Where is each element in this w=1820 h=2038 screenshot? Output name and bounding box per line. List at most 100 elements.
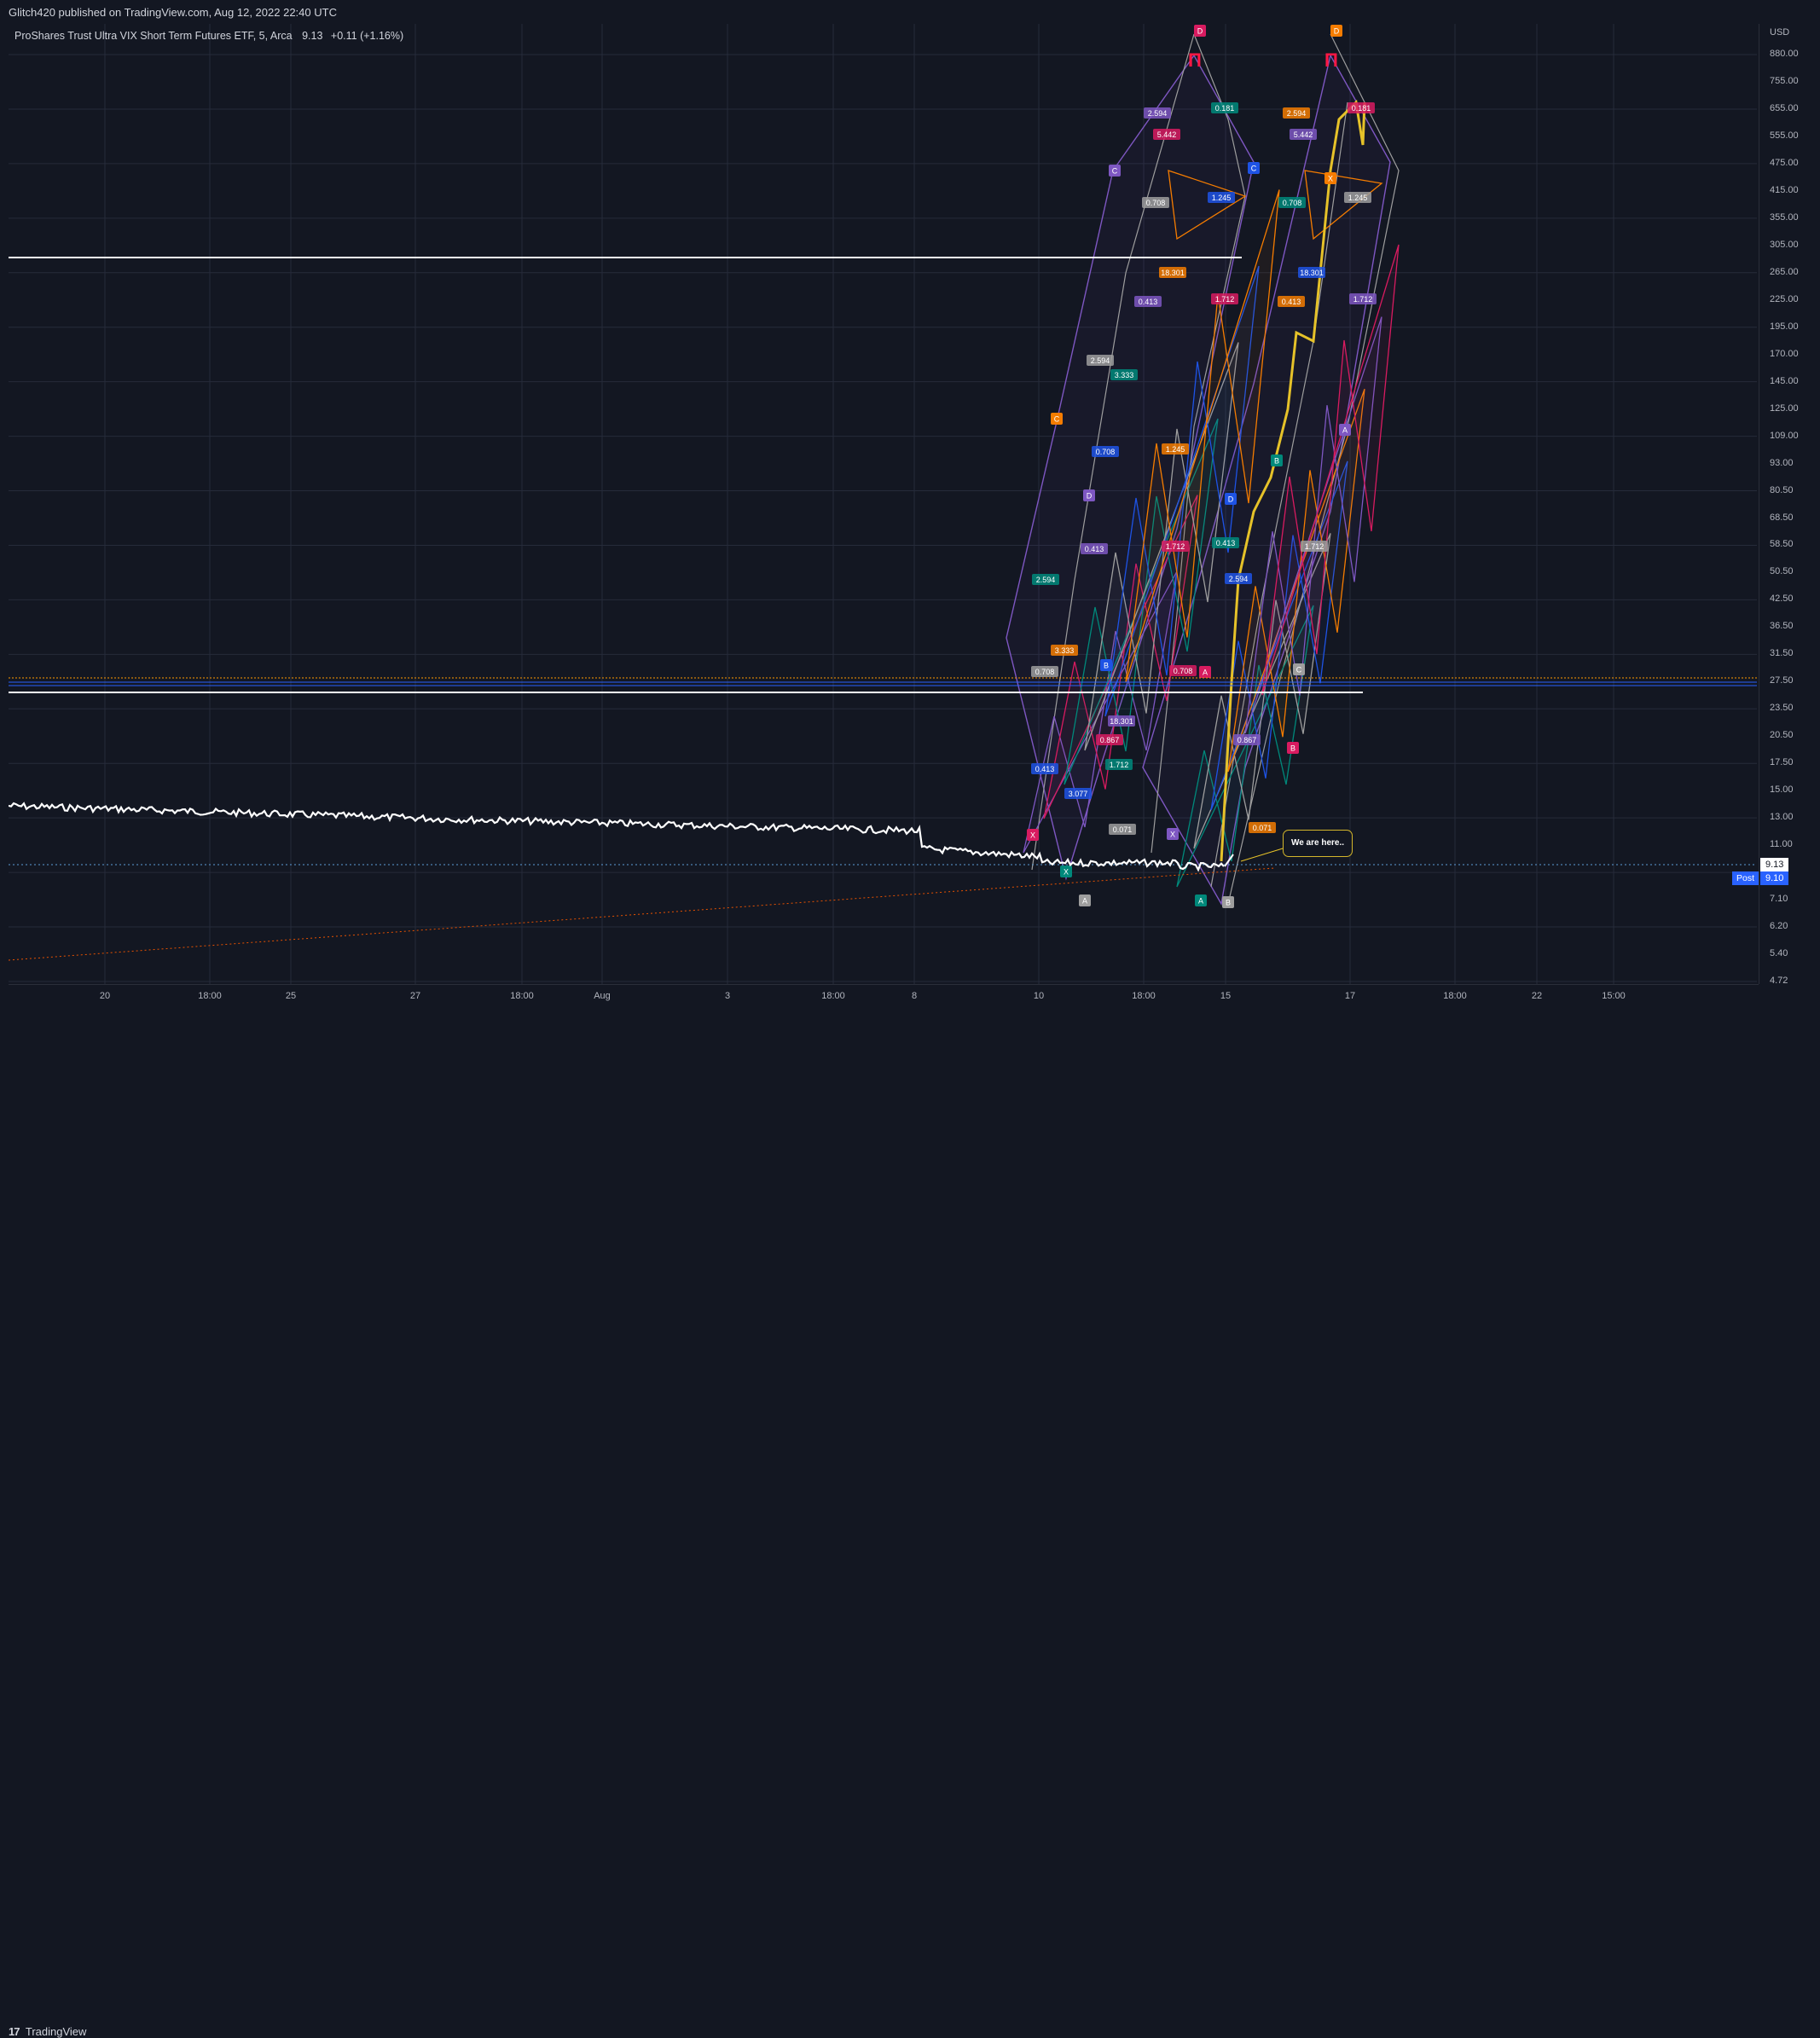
time-axis-label: 25 — [285, 991, 297, 1001]
ratio-label: 0.413 — [1085, 545, 1104, 553]
price-axis-label: 655.00 — [1770, 102, 1799, 113]
price-axis-label: 68.50 — [1770, 512, 1794, 523]
ratio-label: 0.413 — [1035, 765, 1055, 773]
footer: 17 TradingView — [0, 1008, 1820, 2038]
point-label: D — [1087, 492, 1093, 501]
time-axis-label: 27 — [409, 991, 421, 1001]
point-label: C — [1112, 167, 1118, 176]
price-axis-label: 58.50 — [1770, 539, 1794, 550]
price-axis-label: 7.10 — [1770, 894, 1788, 905]
red-marker-right: Π — [1324, 49, 1338, 71]
symbol-legend[interactable]: ProShares Trust Ultra VIX Short Term Fut… — [14, 30, 403, 42]
price-axis-label: 17.50 — [1770, 757, 1794, 768]
ratio-label: 5.442 — [1294, 130, 1313, 139]
time-axis[interactable]: 20 18:00 25 27 18:00 Aug 3 18:00 8 10 18:00 15 17 18:… — [9, 984, 1759, 1009]
price-axis-label: 31.50 — [1770, 648, 1794, 659]
ratio-label: 18.301 — [1110, 717, 1133, 726]
ratio-label: 3.333 — [1055, 646, 1075, 655]
point-label: B — [1290, 744, 1295, 753]
time-axis-label: 15:00 — [1602, 991, 1626, 1001]
ratio-label: 2.594 — [1036, 576, 1056, 584]
brand-name: TradingView — [25, 2025, 87, 2038]
price-axis-label: 145.00 — [1770, 375, 1799, 386]
price-axis-label: 93.00 — [1770, 457, 1794, 468]
time-axis-label: 15 — [1220, 991, 1232, 1001]
price-axis-label: 195.00 — [1770, 321, 1799, 332]
point-label: A — [1198, 897, 1203, 906]
price-axis-label: 125.00 — [1770, 402, 1799, 414]
ratio-label: 0.708 — [1096, 448, 1116, 456]
point-label: A — [1342, 426, 1348, 435]
price-axis-label: 15.00 — [1770, 785, 1794, 796]
price-axis-label: 109.00 — [1770, 430, 1799, 441]
tradingview-logo[interactable]: 17 TradingView — [9, 2025, 86, 2038]
point-label: D — [1228, 495, 1234, 504]
horizontal-lines[interactable] — [9, 257, 1757, 961]
red-marker-left: Π — [1188, 49, 1202, 71]
time-axis-label: 3 — [724, 991, 731, 1001]
price-axis[interactable]: USD 880.00 755.00 655.00 555.00 475.00 415.00… — [1759, 24, 1820, 986]
time-axis-label: 22 — [1531, 991, 1543, 1001]
time-axis-label: 18:00 — [510, 991, 534, 1001]
post-price-tag: 9.10 — [1760, 871, 1789, 885]
point-label: D — [1334, 27, 1340, 36]
point-label: C — [1054, 415, 1060, 424]
ratio-label: 2.594 — [1287, 109, 1307, 118]
ratio-label: 1.712 — [1166, 542, 1185, 551]
price-axis-label: 23.50 — [1770, 703, 1794, 714]
point-label: C — [1296, 666, 1302, 675]
callout-pointer — [1240, 848, 1284, 862]
symbol-last-price: 9.13 — [302, 30, 323, 42]
ratio-label: 0.867 — [1237, 736, 1257, 744]
time-axis-label: Aug — [594, 991, 611, 1001]
point-label: C — [1251, 165, 1257, 173]
chart-canvas[interactable]: Π Π 2.594 5.442 0.181 0.708 1.245 18.301 0.413 1.… — [0, 0, 1820, 1040]
ratio-label: 1.712 — [1305, 542, 1324, 551]
point-label: B — [1274, 457, 1279, 466]
ratio-label: 0.071 — [1113, 825, 1133, 834]
price-axis-label: 355.00 — [1770, 211, 1799, 223]
price-axis-label: 305.00 — [1770, 239, 1799, 250]
tradingview-logo-icon: 17 — [9, 2025, 20, 2038]
ratio-label: 1.245 — [1348, 194, 1368, 202]
last-price-tag: 9.13 — [1760, 858, 1789, 871]
price-axis-label: 27.50 — [1770, 675, 1794, 686]
ratio-label: 0.413 — [1282, 298, 1301, 306]
ratio-label: 1.245 — [1212, 194, 1232, 202]
we-are-here-callout[interactable]: We are here.. — [1283, 830, 1353, 857]
point-label: X — [1328, 175, 1333, 183]
ratio-label: 0.708 — [1035, 668, 1055, 676]
ratio-label: 18.301 — [1161, 269, 1185, 277]
price-axis-label: 225.00 — [1770, 293, 1799, 304]
ratio-label: 1.712 — [1110, 761, 1129, 769]
time-axis-label: 10 — [1033, 991, 1045, 1001]
ratio-label: 2.594 — [1091, 356, 1110, 365]
harmonic-patterns[interactable]: Π Π 2.594 5.442 0.181 0.708 1.245 18.301 0.413 1.… — [1006, 25, 1400, 908]
point-label: X — [1064, 868, 1069, 877]
price-axis-label: 880.00 — [1770, 49, 1799, 59]
ratio-label: 0.413 — [1216, 539, 1236, 547]
price-axis-label: 6.20 — [1770, 921, 1788, 932]
ratio-label: 1.712 — [1215, 295, 1235, 304]
symbol-name: ProShares Trust Ultra VIX Short Term Fut… — [14, 30, 293, 42]
point-label: B — [1226, 899, 1231, 907]
price-axis-label: 80.50 — [1770, 484, 1794, 495]
price-axis-label: 5.40 — [1770, 948, 1788, 959]
price-axis-label: 11.00 — [1770, 839, 1793, 850]
point-label: A — [1203, 669, 1208, 677]
ratio-label: 0.071 — [1253, 824, 1272, 832]
point-label: B — [1104, 662, 1109, 670]
ratio-label: 5.442 — [1157, 130, 1177, 139]
price-axis-label: 265.00 — [1770, 266, 1799, 277]
ratio-label: 3.333 — [1115, 371, 1134, 379]
time-axis-label: 20 — [99, 991, 111, 1001]
point-label: A — [1082, 897, 1087, 906]
point-label: X — [1030, 831, 1035, 840]
ratio-label: 3.077 — [1069, 790, 1088, 798]
price-axis-label: 42.50 — [1770, 593, 1794, 605]
time-axis-label: 18:00 — [1132, 991, 1156, 1001]
ratio-label: 0.708 — [1146, 199, 1166, 207]
symbol-change: +0.11 (+1.16%) — [330, 30, 404, 42]
ratio-label: 18.301 — [1300, 269, 1324, 277]
price-axis-label: 755.00 — [1770, 75, 1799, 86]
